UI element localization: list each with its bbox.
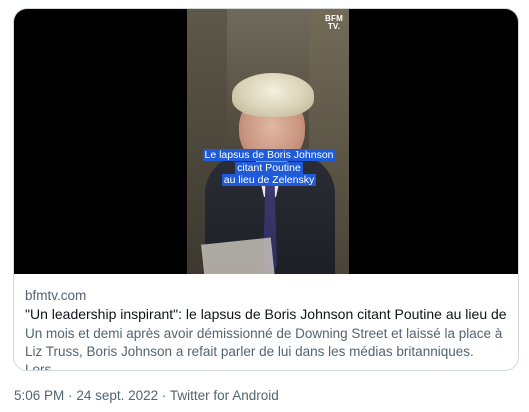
- description-line-2: Liz Truss, Boris Johnson a refait parler…: [25, 344, 474, 371]
- video-thumbnail: [187, 9, 349, 274]
- card-title[interactable]: "Un leadership inspirant": le lapsus de …: [25, 306, 509, 322]
- separator: ·: [68, 388, 73, 403]
- card-domain: bfmtv.com: [25, 288, 87, 303]
- separator: ·: [161, 388, 167, 403]
- caption-line-3: au lieu de Zelensky: [221, 174, 317, 186]
- caption-line-1: Le lapsus de Boris Johnson: [202, 149, 336, 161]
- description-line-1: Un mois et demi après avoir démissionné …: [25, 326, 503, 341]
- video-caption: Le lapsus de Boris Johnson citant Poutin…: [201, 149, 337, 187]
- tweet-metadata: 5:06 PM · 24 sept. 2022 · Twitter for An…: [14, 388, 279, 403]
- caption-line-2: citant Poutine: [235, 161, 303, 174]
- speaker-hair: [232, 73, 314, 117]
- card-image[interactable]: BFM TV. Le lapsus de Boris Johnson citan…: [14, 9, 518, 274]
- card-text[interactable]: bfmtv.com "Un leadership inspirant": le …: [14, 274, 518, 370]
- bfmtv-logo: BFM TV.: [325, 15, 343, 31]
- tweet-date[interactable]: 24 sept. 2022: [76, 388, 158, 403]
- card-description: Un mois et demi après avoir démissionné …: [25, 325, 511, 371]
- tweet-source: Twitter for Android: [169, 388, 279, 403]
- link-card[interactable]: BFM TV. Le lapsus de Boris Johnson citan…: [13, 8, 519, 371]
- logo-line-2: TV.: [327, 22, 341, 31]
- tweet-time[interactable]: 5:06 PM: [14, 388, 64, 403]
- papers: [201, 237, 275, 274]
